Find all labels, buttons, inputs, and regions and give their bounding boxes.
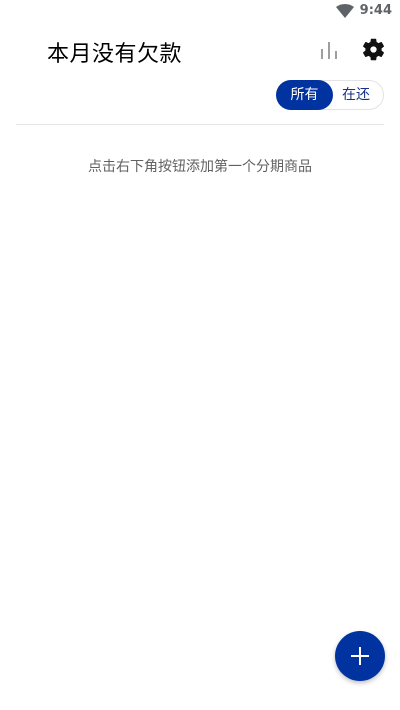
page-title: 本月没有欠款 xyxy=(47,42,183,67)
wifi-icon xyxy=(335,3,354,18)
app-header: 本月没有欠款 xyxy=(0,30,400,70)
gear-icon xyxy=(362,38,385,61)
statistics-button[interactable] xyxy=(316,38,342,64)
header-divider xyxy=(16,124,384,125)
app-screen: 9:44 本月没有欠款 所有 在还 点击右下角按钮添加第一个分期商品 xyxy=(0,0,400,710)
filter-option-repaying[interactable]: 在还 xyxy=(333,80,379,110)
settings-button[interactable] xyxy=(360,36,387,63)
add-item-button[interactable] xyxy=(335,631,385,681)
empty-state-message: 点击右下角按钮添加第一个分期商品 xyxy=(88,159,312,175)
status-indicators: 9:44 xyxy=(335,3,392,18)
bar-chart-icon xyxy=(321,42,337,59)
status-time: 9:44 xyxy=(359,3,392,18)
plus-icon xyxy=(351,647,369,665)
filter-toggle: 所有 在还 xyxy=(276,80,384,110)
status-bar: 9:44 xyxy=(0,0,400,24)
filter-option-all[interactable]: 所有 xyxy=(276,80,333,110)
